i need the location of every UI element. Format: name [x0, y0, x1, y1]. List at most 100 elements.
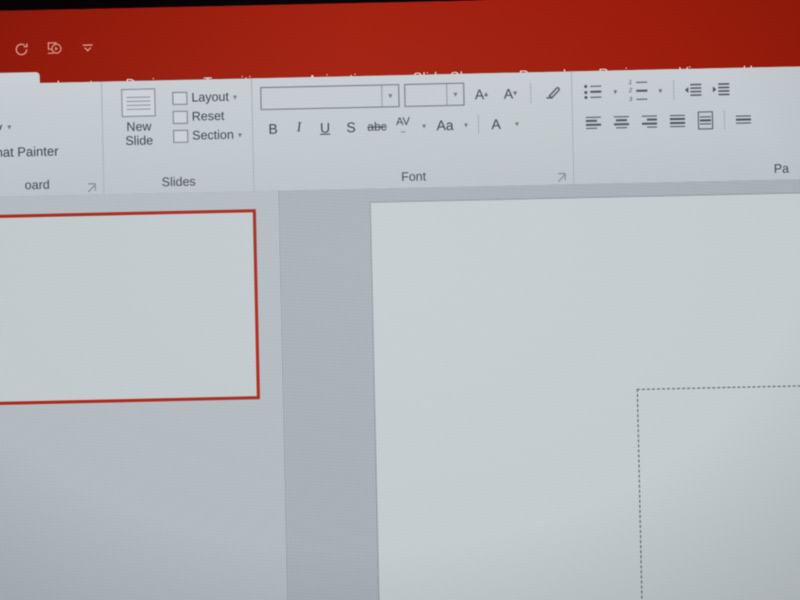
text-shadow-button[interactable]: S — [339, 116, 363, 139]
clipboard-dialog-launcher-icon[interactable] — [87, 180, 97, 193]
strikethrough-button[interactable]: abc — [365, 115, 389, 138]
columns-icon — [697, 111, 714, 130]
align-right-button[interactable] — [637, 110, 662, 133]
reset-button[interactable]: Reset — [172, 108, 242, 124]
decrease-indent-button[interactable] — [680, 78, 705, 101]
caret-up-icon: ▴ — [483, 89, 489, 99]
content-placeholder[interactable] — [636, 381, 800, 600]
quick-access-toolbar — [0, 35, 98, 64]
justify-button[interactable] — [665, 110, 690, 133]
clear-formatting-button[interactable] — [539, 80, 563, 104]
ribbon-group-font: ▾ ▾ A ▴ A ▾ B I U S abc AV ↔ ▾ Aa ▾ A ▾ … — [250, 71, 574, 192]
chevron-down-icon[interactable]: ▾ — [381, 85, 399, 107]
line-spacing-icon — [735, 113, 752, 127]
bullets-icon — [584, 84, 602, 100]
paragraph-group-label: Pa — [773, 161, 790, 176]
divider — [477, 114, 480, 135]
section-button[interactable]: Section ▾ — [173, 128, 242, 143]
justify-icon — [669, 112, 686, 129]
spacing-arrows-icon: ↔ — [399, 127, 407, 136]
layout-button[interactable]: Layout ▾ — [172, 90, 241, 105]
ribbon-group-clipboard: Cut Copy ▾ Format Painter oard — [0, 82, 103, 198]
align-right-icon — [641, 113, 658, 130]
slide-thumbnail-1[interactable] — [0, 209, 260, 407]
work-area — [0, 178, 800, 600]
underline-button[interactable]: U — [313, 116, 337, 139]
columns-button[interactable] — [693, 109, 718, 132]
layout-icon — [172, 91, 188, 105]
ribbon-group-paragraph: ▾ 1 2 3 ▾ Pa — [570, 66, 800, 185]
new-slide-icon — [121, 88, 156, 118]
ribbon-body: Cut Copy ▾ Format Painter oard — [0, 65, 800, 198]
section-label: Section — [192, 127, 235, 143]
section-icon — [173, 129, 189, 143]
bold-button[interactable]: B — [261, 118, 285, 141]
ribbon-group-slides: New Slide Layout ▾ Reset Section ▾ Slide… — [100, 78, 254, 195]
underline-label: U — [319, 119, 331, 136]
bold-label: B — [268, 120, 278, 137]
chevron-down-icon[interactable]: ▾ — [417, 114, 431, 136]
decrease-font-size-label: A — [503, 85, 514, 102]
cut-button[interactable]: Cut — [0, 90, 94, 114]
font-name-input[interactable] — [261, 96, 381, 99]
new-slide-button[interactable]: New Slide — [110, 88, 167, 149]
align-center-button[interactable] — [609, 111, 634, 134]
chevron-down-icon: ▾ — [237, 130, 242, 140]
font-size-combo[interactable]: ▾ — [404, 82, 465, 107]
align-center-icon — [613, 114, 630, 131]
change-case-label: Aa — [436, 116, 454, 134]
align-left-icon — [585, 114, 602, 131]
decrease-font-size-button[interactable]: A ▾ — [498, 81, 522, 105]
chevron-down-icon: ▾ — [232, 92, 237, 102]
new-slide-line2: Slide — [125, 133, 154, 149]
divider — [673, 80, 675, 101]
font-color-label: A — [491, 115, 501, 133]
slide-canvas[interactable] — [369, 189, 800, 600]
font-color-button[interactable]: A — [484, 113, 508, 136]
text-shadow-label: S — [346, 119, 356, 136]
line-spacing-button[interactable] — [731, 108, 756, 131]
chevron-down-icon[interactable] — [77, 38, 97, 58]
reset-label: Reset — [191, 108, 225, 124]
strikethrough-label: abc — [367, 119, 387, 134]
chevron-down-icon[interactable]: ▾ — [608, 80, 622, 102]
slide-thumbnail-panel[interactable] — [0, 190, 290, 600]
font-group-label: Font — [400, 169, 427, 185]
italic-label: I — [296, 120, 302, 136]
numbering-button[interactable]: 1 2 3 — [625, 79, 650, 103]
format-painter-button[interactable]: Format Painter — [0, 140, 95, 164]
divider — [723, 109, 726, 130]
chevron-down-icon[interactable]: ▾ — [459, 113, 473, 135]
chevron-down-icon[interactable]: ▾ — [653, 79, 667, 101]
bullets-button[interactable] — [580, 81, 605, 104]
numbering-icon: 1 2 3 — [629, 79, 648, 103]
font-name-combo[interactable]: ▾ — [260, 84, 400, 111]
increase-font-size-button[interactable]: A ▴ — [469, 82, 493, 106]
change-case-button[interactable]: Aa — [433, 114, 457, 137]
chevron-down-icon[interactable]: ▾ — [510, 112, 524, 134]
increase-indent-button[interactable] — [708, 78, 733, 101]
caret-down-icon: ▾ — [512, 88, 518, 98]
powerpoint-window: Home Insert Design Transitions Animation… — [0, 0, 800, 600]
screen-photograph: Home Insert Design Transitions Animation… — [0, 0, 800, 600]
slide-canvas-workspace[interactable] — [280, 178, 800, 600]
copy-button[interactable]: Copy ▾ — [0, 115, 94, 139]
chevron-down-icon[interactable]: ▾ — [446, 83, 464, 106]
chevron-down-icon: ▾ — [7, 122, 12, 132]
layout-label: Layout — [191, 89, 230, 105]
font-size-input[interactable] — [405, 95, 446, 96]
font-dialog-launcher-icon[interactable] — [557, 169, 567, 182]
new-slide-line1: New — [126, 119, 152, 135]
divider — [530, 82, 532, 103]
italic-button[interactable]: I — [287, 117, 311, 140]
character-spacing-button[interactable]: AV ↔ — [391, 115, 415, 138]
format-painter-label: Format Painter — [0, 143, 59, 161]
align-left-button[interactable] — [581, 112, 606, 135]
character-spacing-label: AV — [395, 115, 410, 129]
increase-font-size-label: A — [474, 85, 485, 102]
copy-label: Copy — [0, 119, 3, 136]
redo-icon[interactable] — [11, 39, 31, 59]
slides-group-label: Slides — [161, 174, 196, 190]
slideshow-icon[interactable] — [44, 38, 64, 58]
reset-icon — [172, 110, 188, 124]
